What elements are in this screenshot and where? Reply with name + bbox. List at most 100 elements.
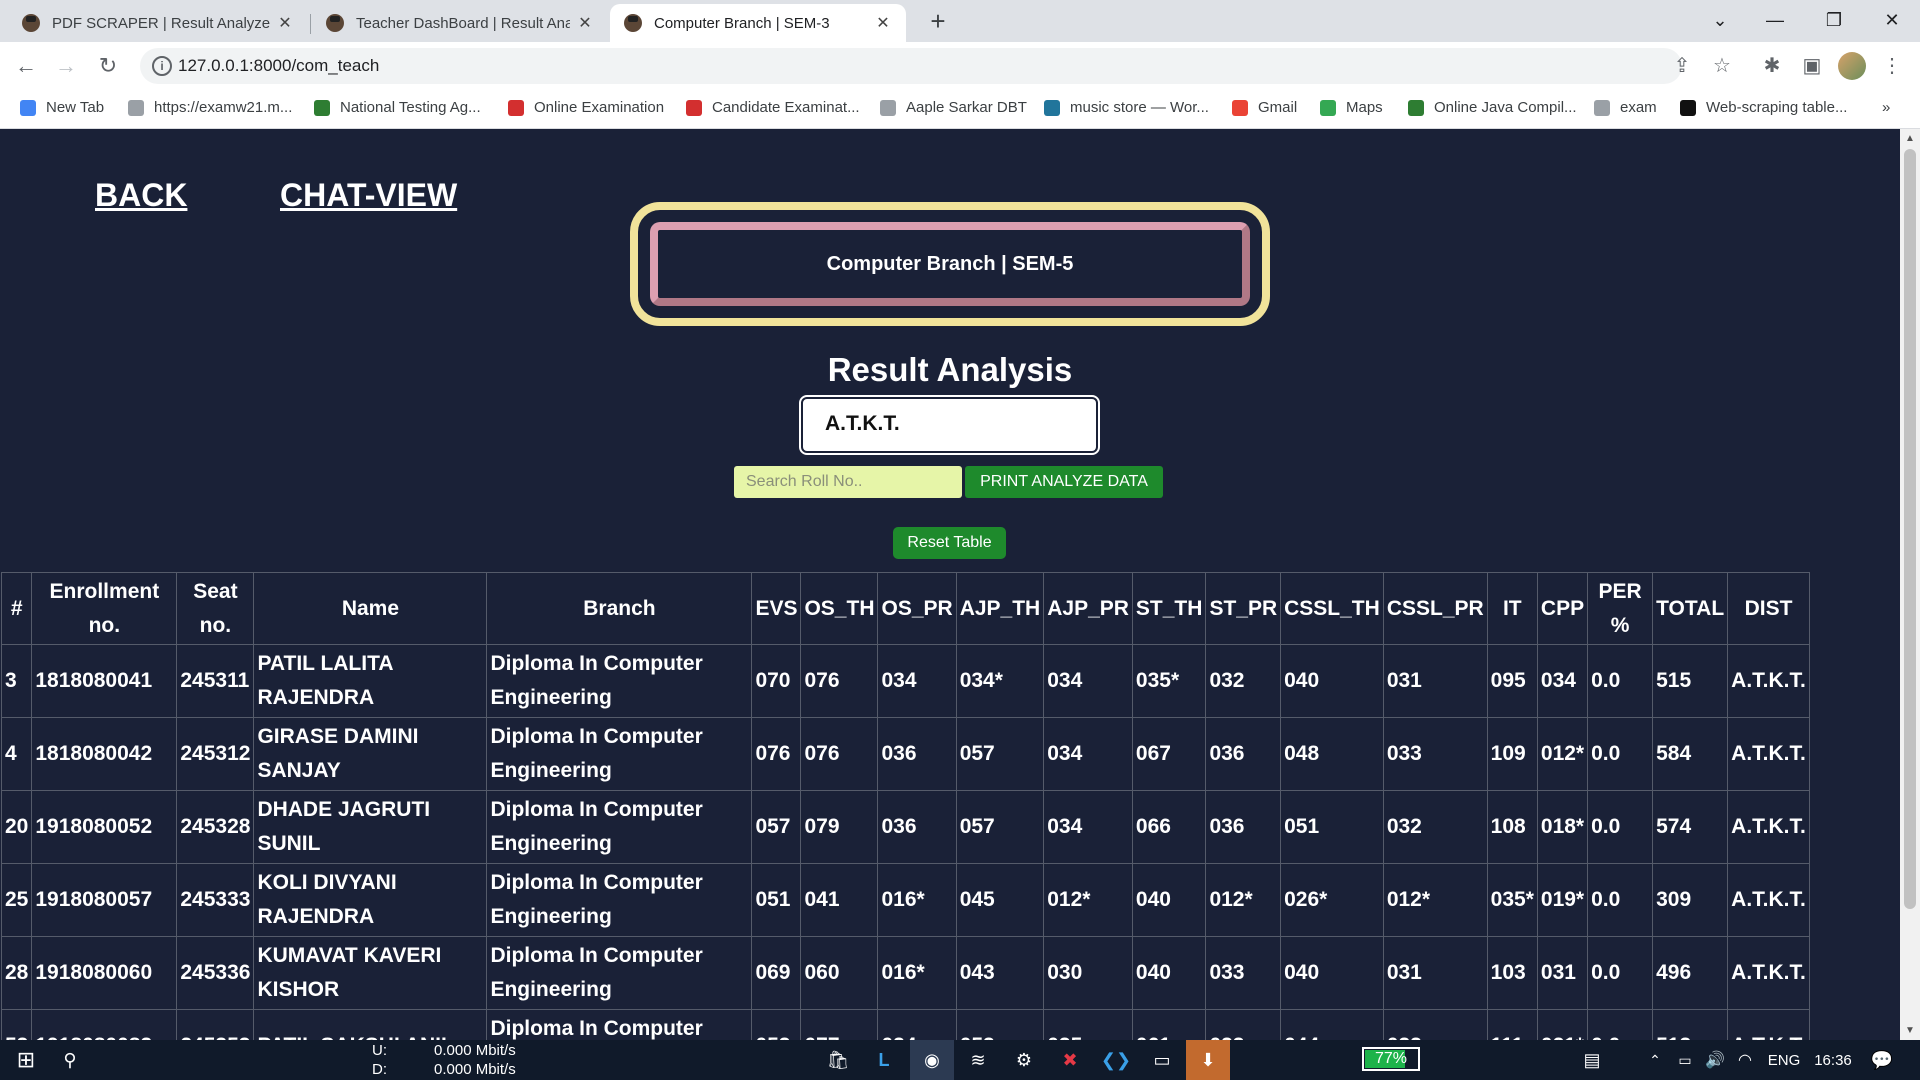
- app-orange-icon[interactable]: ⬇: [1186, 1040, 1230, 1080]
- cell-percentage: 0.0: [1587, 936, 1654, 1010]
- bookmark-item[interactable]: Aaple Sarkar DBT: [880, 99, 1027, 116]
- battery-percent: 77%: [1374, 1050, 1408, 1067]
- bookmark-item[interactable]: New Tab: [20, 99, 104, 116]
- bookmark-item[interactable]: Web-scraping table...: [1680, 99, 1847, 116]
- site-favicon-icon: [326, 14, 344, 32]
- settings-gear-icon[interactable]: ⚙: [1004, 1040, 1044, 1080]
- windows-start-icon[interactable]: ⊞: [6, 1040, 46, 1080]
- cell-total: 584: [1652, 717, 1729, 791]
- search-roll-input[interactable]: [734, 466, 962, 498]
- table-row: 531918080083245353PATIL SAKSHI ANILDiplo…: [0, 1009, 1810, 1040]
- cell-it: 109: [1486, 717, 1538, 791]
- bookmark-item[interactable]: exam: [1594, 99, 1657, 116]
- cell-ajp-th: 057: [955, 790, 1045, 864]
- chevron-up-icon[interactable]: ⌃: [1640, 1040, 1670, 1080]
- tab-search-chevron-icon[interactable]: ⌄: [1690, 0, 1750, 40]
- store-icon[interactable]: 🛍: [818, 1040, 858, 1080]
- close-tab-icon[interactable]: ✕: [874, 13, 892, 33]
- bookmark-star-icon[interactable]: ☆: [1708, 52, 1736, 80]
- more-bookmarks-icon[interactable]: »: [1882, 99, 1890, 116]
- terminal-icon[interactable]: ▭: [1142, 1040, 1182, 1080]
- back-link[interactable]: BACK: [95, 177, 187, 214]
- cell-enrollment: 1918080052: [31, 790, 178, 864]
- reload-icon[interactable]: ↻: [92, 50, 124, 82]
- site-info-icon[interactable]: i: [152, 56, 172, 76]
- branch-title: Computer Branch | SEM-5: [650, 222, 1250, 306]
- page-scrollbar[interactable]: ▲ ▼: [1900, 129, 1920, 1040]
- result-filter-select[interactable]: A.T.K.T.: [799, 395, 1100, 455]
- scroll-down-icon[interactable]: ▼: [1905, 1025, 1915, 1036]
- tab-teacher-dashboard[interactable]: Teacher DashBoard | Result Analy ✕: [312, 4, 608, 42]
- profile-avatar[interactable]: [1838, 52, 1866, 80]
- address-bar[interactable]: i 127.0.0.1:8000/com_teach ⇪ ☆: [140, 48, 1731, 84]
- cell-cssl-pr: 031: [1382, 936, 1488, 1010]
- cell-seat: 245353: [176, 1009, 255, 1040]
- cell-os-pr: 034: [877, 1009, 957, 1040]
- bookmark-item[interactable]: Gmail: [1232, 99, 1297, 116]
- clock[interactable]: 16:36: [1810, 1040, 1856, 1080]
- bookmark-item[interactable]: Candidate Examinat...: [686, 99, 860, 116]
- column-header-branch: Branch: [486, 572, 753, 645]
- minimize-button[interactable]: —: [1745, 0, 1805, 40]
- reset-table-button[interactable]: Reset Table: [893, 527, 1006, 559]
- close-window-button[interactable]: ✕: [1862, 0, 1920, 40]
- table-header-row: # Enrollment no. Seat no. Name Branch EVS OS_T…: [0, 572, 1810, 645]
- news-icon[interactable]: ▤: [1572, 1040, 1612, 1080]
- cell-ajp-pr: 034: [1043, 717, 1133, 791]
- bookmark-item[interactable]: Online Java Compil...: [1408, 99, 1577, 116]
- extensions-puzzle-icon[interactable]: ✱: [1758, 52, 1786, 80]
- app-l-icon[interactable]: L: [864, 1040, 904, 1080]
- cell-name: GIRASE DAMINI SANJAY: [253, 717, 488, 791]
- cell-os-th: 077: [800, 1009, 879, 1040]
- cell-total: 574: [1652, 790, 1729, 864]
- tab-computer-branch[interactable]: Computer Branch | SEM-3 ✕: [610, 4, 906, 42]
- column-header-cssl-pr: CSSL_PR: [1382, 572, 1488, 645]
- close-tab-icon[interactable]: ✕: [276, 13, 294, 33]
- cell-branch: Diploma In Computer Engineering: [486, 1009, 753, 1040]
- column-header-seat: Seat no.: [176, 572, 255, 645]
- bookmark-item[interactable]: https://examw21.m...: [128, 99, 292, 116]
- menu-kebab-icon[interactable]: ⋮: [1878, 52, 1906, 80]
- scrollbar-thumb[interactable]: [1904, 149, 1916, 909]
- site-icon: [1680, 99, 1696, 116]
- tab-pdf-scraper[interactable]: PDF SCRAPER | Result Analyzer S ✕: [8, 4, 308, 42]
- volume-icon[interactable]: 🔊: [1700, 1040, 1730, 1080]
- cell-cssl-th: 051: [1280, 790, 1384, 864]
- column-header-percentage: PER %: [1587, 572, 1654, 645]
- cell-cssl-th: 026*: [1280, 863, 1384, 937]
- app-red-icon[interactable]: ✖: [1050, 1040, 1090, 1080]
- bookmark-item[interactable]: Online Examination: [508, 99, 664, 116]
- back-arrow-icon[interactable]: ←: [10, 50, 42, 82]
- forward-arrow-icon[interactable]: →: [50, 50, 82, 82]
- side-panel-icon[interactable]: ▣: [1798, 52, 1826, 80]
- cell-it: 108: [1486, 790, 1538, 864]
- chrome-icon[interactable]: ◉: [910, 1040, 954, 1080]
- tab-strip: PDF SCRAPER | Result Analyzer S ✕ Teache…: [0, 0, 1920, 42]
- cell-name: PATIL SAKSHI ANIL: [253, 1009, 488, 1040]
- chat-view-link[interactable]: CHAT-VIEW: [280, 177, 457, 214]
- maps-icon: [1320, 99, 1336, 116]
- new-tab-button[interactable]: +: [922, 6, 954, 38]
- bookmark-item[interactable]: National Testing Ag...: [314, 99, 481, 116]
- wifi-icon[interactable]: ◠: [1730, 1040, 1760, 1080]
- battery-icon[interactable]: ▭: [1670, 1040, 1700, 1080]
- cell-ajp-th: 043: [955, 936, 1045, 1010]
- language-indicator[interactable]: ENG: [1762, 1040, 1806, 1080]
- search-icon[interactable]: ⚲: [50, 1040, 90, 1080]
- more-bookmarks-label: »: [1882, 99, 1891, 116]
- share-icon[interactable]: ⇪: [1668, 52, 1696, 80]
- bookmark-item[interactable]: Maps: [1320, 99, 1383, 116]
- restore-button[interactable]: ❐: [1804, 0, 1864, 40]
- cell-cssl-th: 044: [1280, 1009, 1384, 1040]
- app-icon[interactable]: ≋: [958, 1040, 998, 1080]
- cell-evs: 069: [751, 936, 802, 1010]
- scroll-up-icon[interactable]: ▲: [1905, 133, 1915, 144]
- vscode-icon[interactable]: ❮❯: [1096, 1040, 1136, 1080]
- close-tab-icon[interactable]: ✕: [576, 13, 594, 33]
- bookmark-item[interactable]: music store — Wor...: [1044, 99, 1209, 116]
- cell-st-th: 040: [1131, 863, 1207, 937]
- cell-cpp: 019*: [1536, 863, 1589, 937]
- print-analyze-button[interactable]: PRINT ANALYZE DATA: [965, 466, 1163, 498]
- table-row: 25 1918080057 245333 KOLI DIVYANI RAJENDRA D…: [0, 863, 1810, 937]
- notifications-icon[interactable]: 💬: [1862, 1040, 1902, 1080]
